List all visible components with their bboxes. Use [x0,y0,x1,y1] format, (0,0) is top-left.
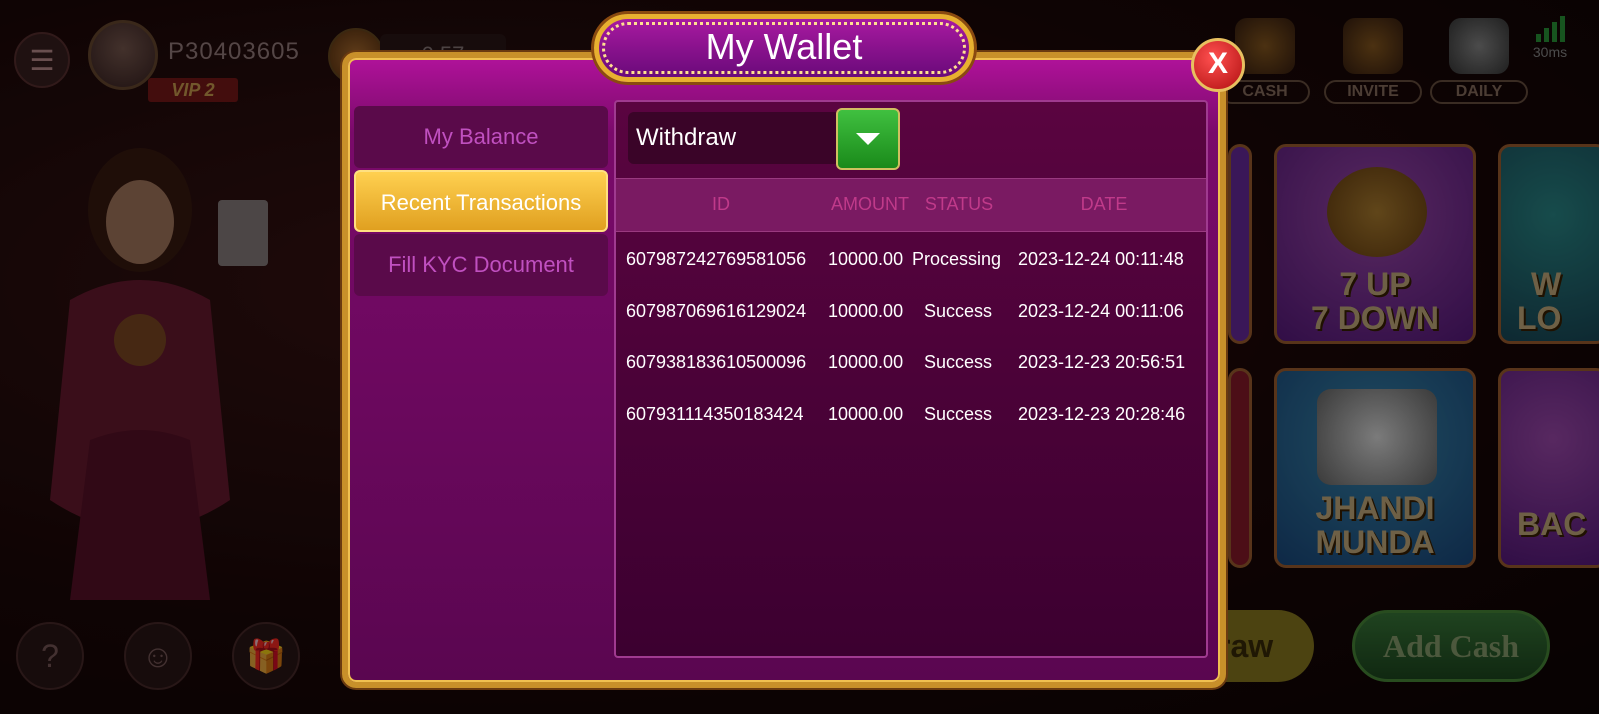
title-lights-decoration [602,22,966,74]
cell-status: Success [924,352,993,372]
cell-id: 607987069616129024 [626,301,807,321]
cell-amount: 10000.00 [828,352,904,372]
cell-id: 607987242769581056 [626,249,807,269]
sidebar-item-fill-kyc[interactable]: Fill KYC Document [354,234,608,296]
cell-status: Processing [912,249,1002,269]
transaction-type-select[interactable]: Withdraw [628,112,840,164]
cell-date: 2023-12-23 20:56:51 [1018,352,1186,372]
cell-date: 2023-12-23 20:28:46 [1018,404,1186,424]
cell-amount: 10000.00 [828,404,904,424]
cell-date: 2023-12-24 00:11:06 [1018,301,1184,321]
dropdown-button[interactable] [836,108,900,170]
table-header: ID AMOUNT STATUS DATE [616,178,1206,232]
chevron-down-icon [856,133,880,145]
cell-amount: 10000.00 [828,301,904,321]
column-header-id: ID [712,194,730,214]
cell-status: Success [924,301,993,321]
cell-amount: 10000.00 [828,249,904,269]
table-row: 607987242769581056 10000.00 Processing 2… [616,234,1206,284]
cell-status: Success [924,404,993,424]
column-header-amount: AMOUNT [831,194,909,214]
sidebar-item-recent-transactions[interactable]: Recent Transactions [354,170,608,232]
table-row: 607931114350183424 10000.00 Success 2023… [616,389,1206,439]
close-button[interactable]: X [1191,38,1245,92]
column-header-date: DATE [1080,194,1128,214]
sidebar-item-my-balance[interactable]: My Balance [354,106,608,168]
column-header-status: STATUS [924,194,994,214]
table-row: 607938183610500096 10000.00 Success 2023… [616,337,1206,387]
cell-id: 607938183610500096 [626,352,807,372]
table-row: 607987069616129024 10000.00 Success 2023… [616,286,1206,336]
cell-date: 2023-12-24 00:11:48 [1018,249,1184,269]
cell-id: 607931114350183424 [626,404,804,424]
